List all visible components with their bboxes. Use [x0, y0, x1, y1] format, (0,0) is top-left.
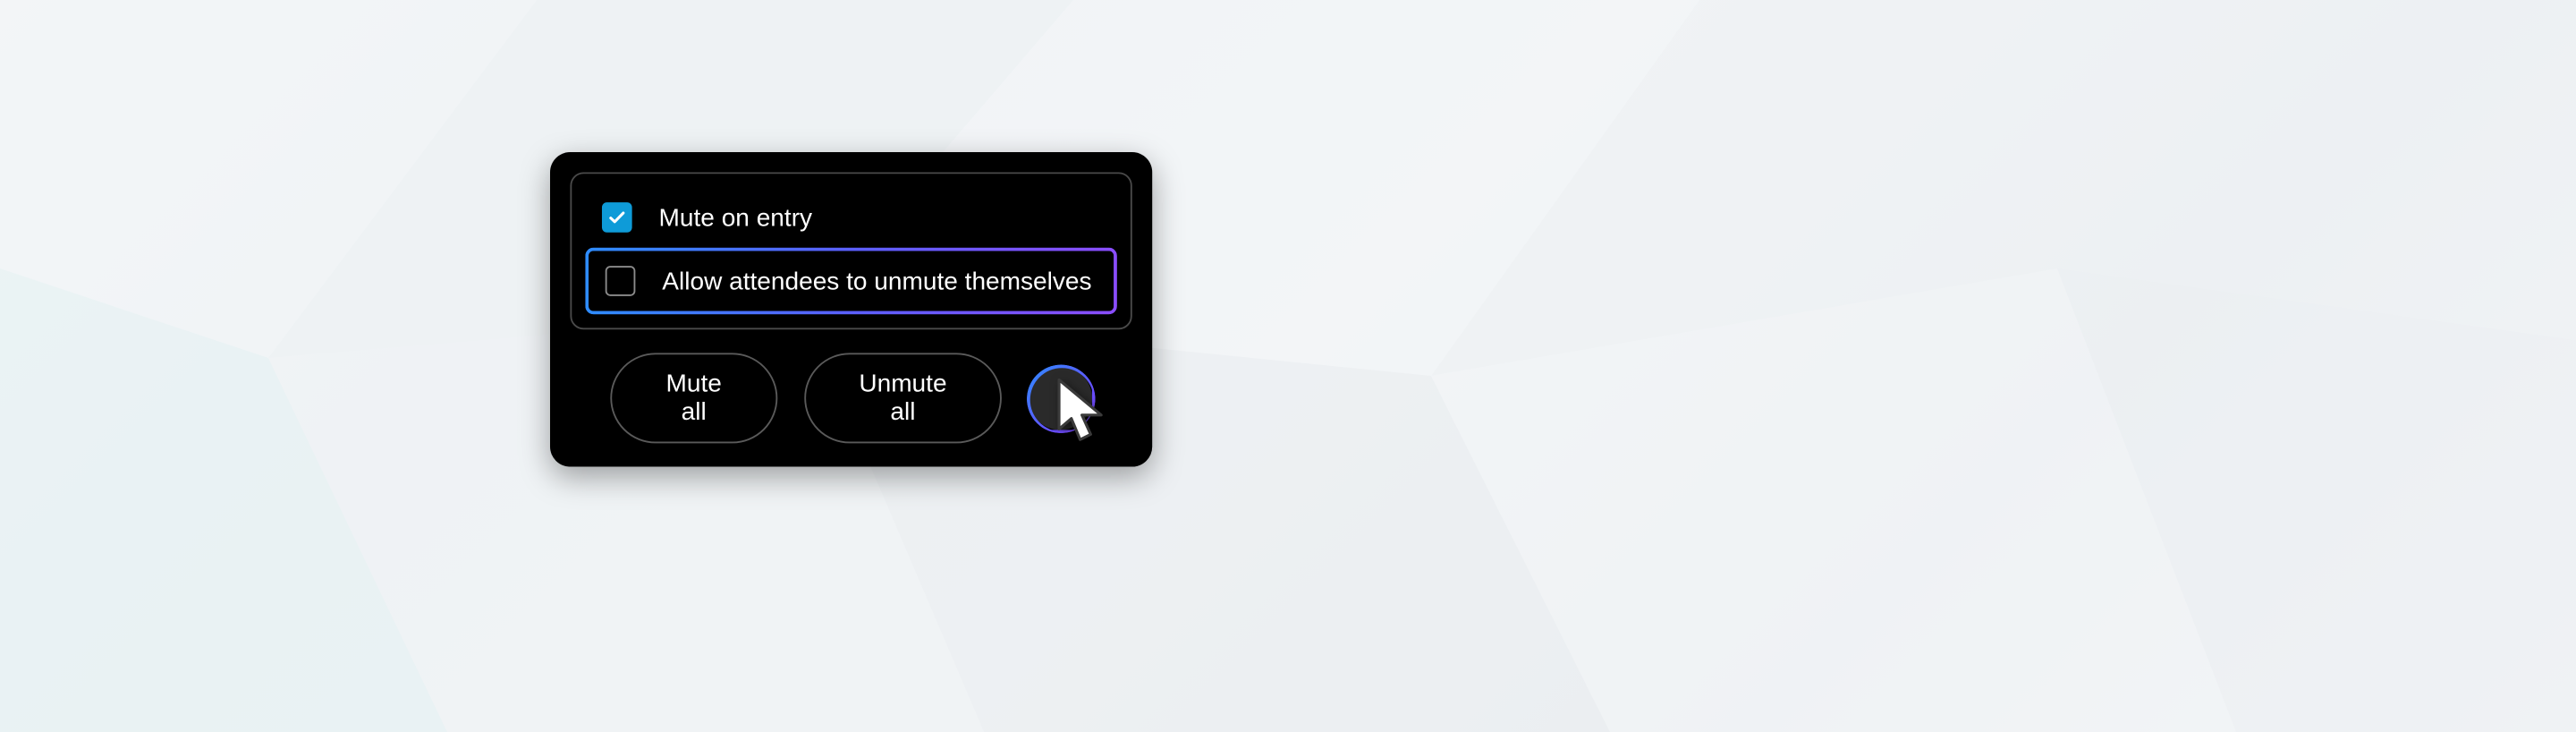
allow-unmute-option[interactable]: Allow attendees to unmute themselves: [585, 248, 1117, 315]
mute-on-entry-checkbox[interactable]: [602, 202, 632, 233]
mute-on-entry-option[interactable]: Mute on entry: [585, 187, 1117, 247]
options-group: Mute on entry Allow attendees to unmute …: [570, 172, 1131, 329]
checkmark-icon: [607, 208, 627, 227]
allow-unmute-label: Allow attendees to unmute themselves: [662, 267, 1091, 295]
more-options-button[interactable]: [1029, 366, 1092, 430]
background-pattern: [0, 0, 2576, 732]
mute-on-entry-label: Mute on entry: [659, 203, 813, 232]
action-buttons-row: Mute all Unmute all: [570, 353, 1131, 443]
mute-all-button[interactable]: Mute all: [610, 353, 777, 443]
allow-unmute-checkbox[interactable]: [606, 266, 636, 296]
vertical-dots-icon: [1058, 387, 1063, 409]
unmute-all-button[interactable]: Unmute all: [804, 353, 1002, 443]
audio-controls-panel: Mute on entry Allow attendees to unmute …: [550, 152, 1152, 467]
